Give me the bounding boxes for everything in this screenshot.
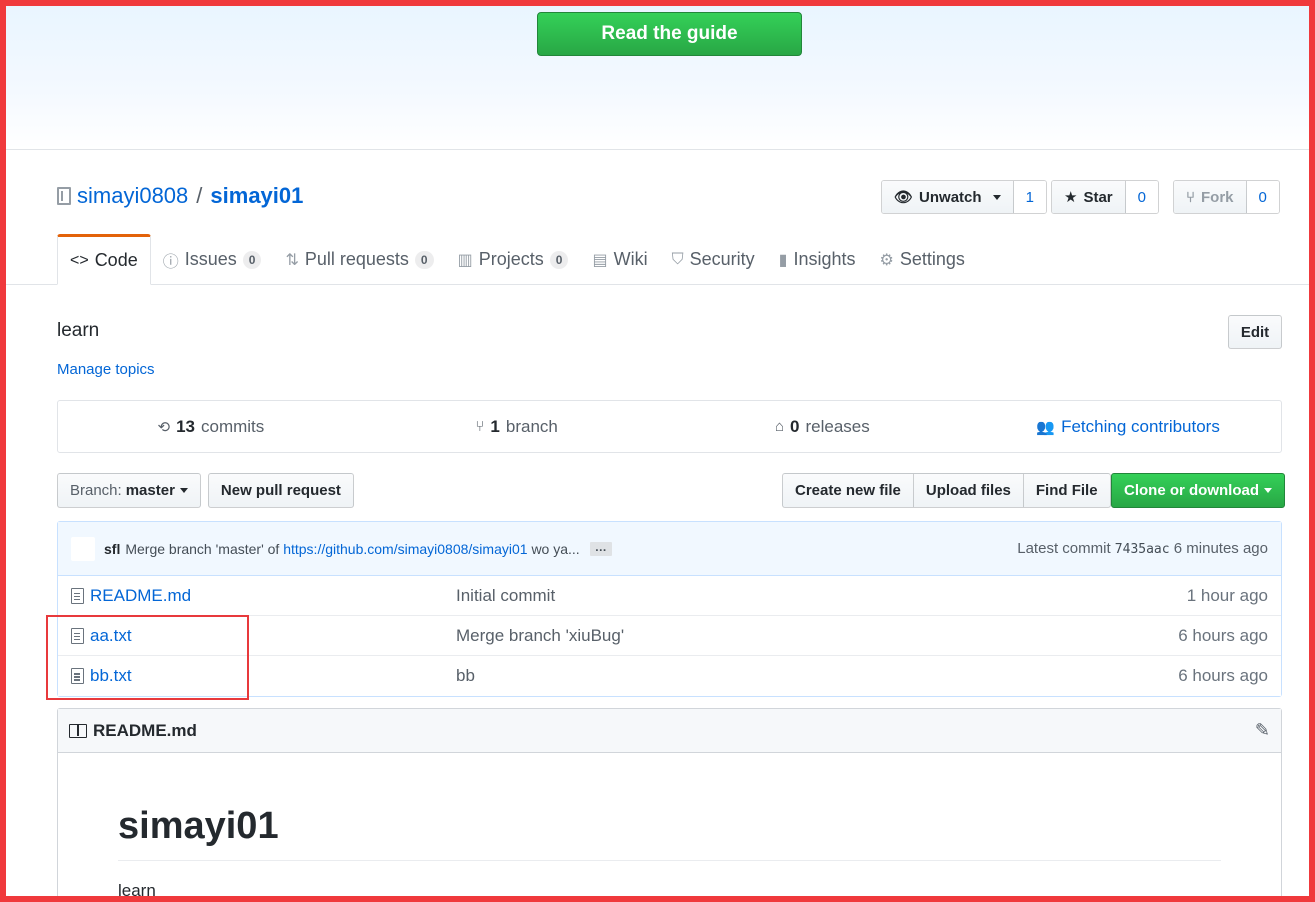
chevron-down-icon [1264,488,1272,493]
commits-link[interactable]: ⟲ 13 commits [58,417,364,437]
project-icon: ▥ [457,251,473,269]
file-actions-group: Create new file Upload files Find File [782,473,1111,508]
branches-link[interactable]: ⑂ 1 branch [364,417,670,437]
star-group: ★ Star 0 [1051,180,1159,214]
pull-request-icon: ⇅ [285,251,299,269]
readme-content: simayi01 learn [58,753,1281,901]
tag-icon: ⌂ [774,418,785,435]
issue-icon: ⓘ [162,253,179,271]
graph-icon: ▮ [778,251,788,269]
expand-commit-message-button[interactable]: … [589,541,612,556]
repo-summary: ⟲ 13 commits ⑂ 1 branch ⌂ 0 releases 👥 F… [57,400,1282,453]
file-age: 6 hours ago [1178,666,1268,685]
fork-icon: ⑂ [1186,188,1196,206]
branch-icon: ⑂ [475,418,485,435]
book-icon [69,723,87,738]
star-button[interactable]: ★ Star [1052,181,1126,213]
file-commit-message[interactable]: Initial commit [456,586,1187,606]
repo-owner-link[interactable]: simayi0808 [77,183,188,209]
readme-panel: README.md ✎ simayi01 learn [57,708,1282,902]
readme-heading: simayi01 [118,805,1221,861]
annotation-highlight-box [46,615,249,700]
hero-banner: Read the guide [6,6,1309,150]
stargazers-count[interactable]: 0 [1125,181,1158,213]
tab-wiki[interactable]: ▤ Wiki [580,234,659,285]
issues-count-badge: 0 [242,250,262,269]
history-icon: ⟲ [157,418,171,436]
clone-or-download-button[interactable]: Clone or download [1111,473,1285,508]
table-row: README.md Initial commit 1 hour ago [58,576,1281,616]
commit-author-link[interactable]: sfl [104,541,120,557]
tab-code[interactable]: <> Code [57,234,151,285]
file-link[interactable]: README.md [90,586,191,606]
branch-select-button[interactable]: Branch: master [57,473,201,508]
clone-group: Clone or download [1111,473,1285,508]
tab-issues[interactable]: ⓘ Issues 0 [151,234,274,285]
eye-icon: 👁 [894,189,914,206]
chevron-down-icon [992,194,1001,200]
people-icon: 👥 [1036,418,1056,436]
tab-insights[interactable]: ▮ Insights [767,234,868,285]
watchers-count[interactable]: 1 [1013,181,1046,213]
tab-settings[interactable]: ⚙ Settings [867,234,976,285]
gear-icon: ⚙ [879,251,894,269]
latest-commit-info: Latest commit 7435aac 6 minutes ago [1017,540,1268,557]
star-icon: ★ [1064,189,1078,206]
commit-message-link[interactable]: https://github.com/simayi0808/simayi01 [283,541,527,557]
manage-topics-link[interactable]: Manage topics [57,361,155,378]
repo-description: learn [57,320,100,341]
create-new-file-button[interactable]: Create new file [782,473,913,508]
book-icon: ▤ [592,251,608,269]
tab-pull-requests[interactable]: ⇅ Pull requests 0 [273,234,445,285]
repo-path-separator: / [196,183,203,208]
chevron-down-icon [179,488,188,493]
commit-message: Merge branch 'master' of https://github.… [125,540,580,557]
projects-count-badge: 0 [549,250,569,269]
upload-files-button[interactable]: Upload files [912,473,1023,508]
repo-icon [57,187,71,205]
file-age: 1 hour ago [1186,585,1268,605]
contributors-link[interactable]: 👥 Fetching contributors [975,417,1281,437]
repo-nav-tabs: <> Code ⓘ Issues 0 ⇅ Pull requests 0 ▥ P… [57,234,977,285]
releases-link[interactable]: ⌂ 0 releases [670,417,976,437]
repo-name-link[interactable]: simayi01 [210,183,303,209]
tab-projects[interactable]: ▥ Projects 0 [446,234,581,285]
file-age: 6 hours ago [1178,625,1268,645]
file-commit-message[interactable]: bb [456,666,1178,686]
tab-security[interactable]: ⛉ Security [660,234,767,285]
latest-commit-bar: sfl Merge branch 'master' of https://git… [58,522,1281,576]
forks-count[interactable]: 0 [1246,181,1279,213]
readme-header: README.md ✎ [58,709,1281,753]
avatar[interactable] [71,536,95,561]
watch-group: 👁 Unwatch 1 [881,180,1047,214]
code-icon: <> [70,251,89,269]
pencil-icon[interactable]: ✎ [1255,720,1270,741]
fork-button[interactable]: ⑂ Fork [1174,181,1247,213]
shield-icon: ⛉ [671,250,684,268]
edit-description-button[interactable]: Edit [1228,315,1282,349]
find-file-button[interactable]: Find File [1022,473,1111,508]
readme-text: learn [118,881,156,900]
repo-title: simayi0808 / simayi01 [57,183,303,209]
file-commit-message[interactable]: Merge branch 'xiuBug' [456,626,1178,646]
unwatch-button[interactable]: 👁 Unwatch [882,181,1014,213]
read-guide-button[interactable]: Read the guide [537,12,802,56]
new-pull-request-button[interactable]: New pull request [207,473,354,508]
commit-sha-link[interactable]: 7435aac [1115,542,1170,557]
file-icon [71,587,84,604]
branch-toolbar: Branch: master New pull request [57,473,354,508]
fork-group: ⑂ Fork 0 [1173,180,1280,214]
pull-requests-count-badge: 0 [414,250,434,269]
